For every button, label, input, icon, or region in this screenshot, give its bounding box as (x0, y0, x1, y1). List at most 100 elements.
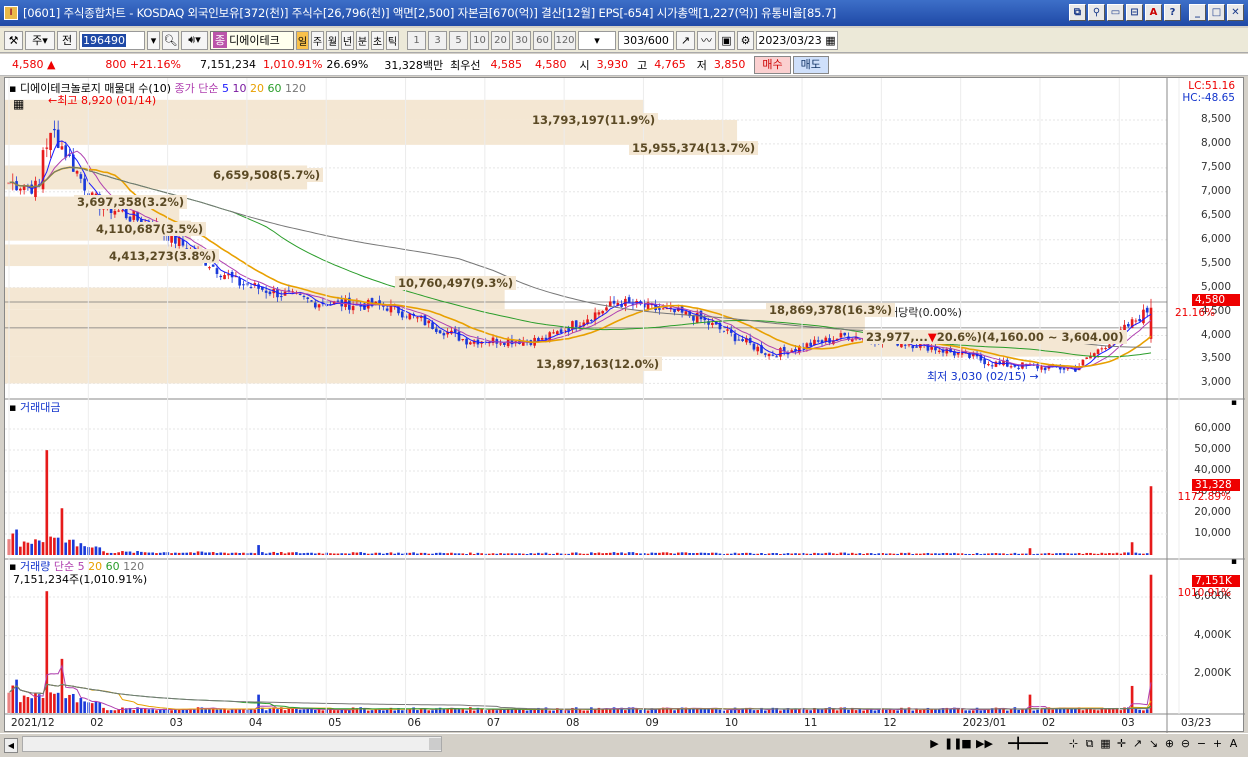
legend-box-icon: ▪ (9, 82, 17, 95)
candle-body (19, 188, 22, 191)
chart-type-icon[interactable]: ↗ (676, 30, 695, 50)
period-second[interactable]: 초 (371, 30, 384, 50)
minus-icon[interactable]: − (1195, 736, 1208, 751)
count-field[interactable]: 303/600 (618, 30, 674, 50)
horizontal-scrollbar[interactable] (22, 736, 442, 752)
maximize-icon[interactable]: □ (1208, 4, 1225, 21)
settings-icon[interactable]: ⚙ (737, 30, 754, 50)
close-icon[interactable]: ✕ (1227, 4, 1244, 21)
amount-bar (979, 554, 983, 555)
candle-body (983, 359, 986, 365)
volume-current-tag: 7,151K (1192, 575, 1240, 587)
tile-icon[interactable]: ▦ (1099, 736, 1112, 751)
scroll-left-icon[interactable]: ◀ (4, 738, 18, 753)
amount-close-icon[interactable]: ▪ (1231, 398, 1237, 408)
amount-bar (22, 541, 26, 555)
candle-body (400, 311, 404, 318)
amount-bar (53, 537, 56, 555)
interval-1[interactable]: 1 (407, 30, 426, 50)
pdf-icon[interactable]: A (1145, 4, 1162, 21)
amount-bar (571, 552, 574, 555)
trend-up-icon[interactable]: ↗ (1131, 736, 1144, 751)
chart-area[interactable]: ▪ 디에이테크놀로지 매물대 수(10) 종가 단순 5 10 20 60 12… (4, 77, 1245, 733)
volume-bar (1009, 709, 1013, 713)
volume-bar (83, 701, 86, 713)
slider-icon[interactable]: ━╋━━━━ (992, 736, 1064, 751)
price-tick: 8,500 (1200, 112, 1231, 125)
amount-bar (11, 533, 15, 555)
period-week[interactable]: 주 (311, 30, 324, 50)
date-field[interactable]: 2023/03/23 ▦ (756, 30, 838, 50)
scroll-thumb[interactable] (429, 738, 441, 750)
date-value: 2023/03/23 (758, 33, 822, 47)
candle-body (223, 275, 226, 280)
grid-icon[interactable]: ▦ (13, 97, 24, 111)
amount-tick: 40,000 (1194, 464, 1231, 476)
trend-down-icon[interactable]: ↘ (1147, 736, 1160, 751)
amount-bar (658, 552, 661, 555)
amount-bar (49, 536, 52, 555)
amount-bar (389, 552, 393, 555)
stop-icon[interactable]: ■ (960, 736, 973, 751)
font-icon[interactable]: A (1227, 736, 1240, 751)
zoom-out-icon[interactable]: ⊖ (1179, 736, 1192, 751)
play-icon[interactable]: ▶ (928, 736, 941, 751)
amount-bar (124, 551, 128, 555)
volume-close-icon[interactable]: ▪ (1231, 557, 1237, 567)
amount-bar (1145, 553, 1149, 555)
interval-120[interactable]: 120 (554, 30, 576, 50)
buy-button[interactable]: 매수 (754, 55, 791, 74)
candle-body (1145, 307, 1149, 313)
cross-icon[interactable]: ✛ (1115, 736, 1128, 751)
amount-bar (215, 553, 219, 555)
amount-bar (771, 552, 775, 555)
window-icon[interactable]: ▭ (1107, 4, 1124, 21)
help-icon[interactable]: ? (1164, 4, 1181, 21)
amount-current-tag: 31,328 (1192, 479, 1240, 491)
zoom-in-icon[interactable]: ⊕ (1163, 736, 1176, 751)
tool-icon[interactable]: ⚒ (4, 30, 23, 50)
amount-bar (480, 553, 484, 555)
amount-bar (624, 553, 627, 555)
search-icon[interactable]: 🔍︎ (162, 30, 179, 50)
side-select[interactable]: 전 (57, 30, 77, 50)
legend-box-icon: ▪ (9, 401, 17, 414)
code-dropdown-icon[interactable]: ▾ (147, 30, 160, 50)
interval-20[interactable]: 20 (491, 30, 510, 50)
amount-bar (1138, 553, 1141, 555)
kind-select[interactable]: 주 ▾ (25, 30, 55, 50)
fast-forward-icon[interactable]: ▶▶ (976, 736, 993, 751)
amount-legend-text: 거래대금 (19, 401, 61, 414)
period-minute[interactable]: 분 (356, 30, 369, 50)
link-icon[interactable]: ⚲ (1088, 4, 1105, 21)
pause-icon[interactable]: ❚❚ (944, 736, 962, 751)
period-tick[interactable]: 틱 (386, 30, 399, 50)
stock-code-input[interactable]: 196490 (79, 30, 145, 50)
cursor-icon[interactable]: ⊹ (1067, 736, 1080, 751)
interval-dropdown[interactable]: ▾ (578, 30, 616, 50)
volume-bar (669, 709, 673, 713)
plus-icon[interactable]: + (1211, 736, 1224, 751)
interval-5[interactable]: 5 (449, 30, 468, 50)
period-day[interactable]: 일 (296, 30, 309, 50)
period-month[interactable]: 월 (326, 30, 339, 50)
amount-bar (1074, 553, 1077, 555)
volume-bar (393, 710, 397, 713)
restore-window-icon[interactable]: ⧉ (1069, 4, 1086, 21)
stock-name-field[interactable]: 종 디에이테크 (210, 30, 294, 50)
interval-10[interactable]: 10 (470, 30, 489, 50)
interval-30[interactable]: 30 (512, 30, 531, 50)
amount-bar (760, 553, 763, 555)
split-icon[interactable]: ⊟ (1126, 4, 1143, 21)
amount-bar (431, 553, 434, 555)
save-icon[interactable]: ▣ (718, 30, 735, 50)
window-split-icon[interactable]: ⧉ (1083, 736, 1096, 751)
candle-body (457, 331, 461, 341)
interval-3[interactable]: 3 (428, 30, 447, 50)
period-year[interactable]: 년 (341, 30, 354, 50)
sell-button[interactable]: 매도 (792, 55, 829, 74)
minimize-icon[interactable]: _ (1189, 4, 1206, 21)
speaker-icon[interactable]: 🔊︎▾ (181, 30, 208, 50)
indicator-icon[interactable]: 〰 (697, 30, 716, 50)
interval-60[interactable]: 60 (533, 30, 552, 50)
